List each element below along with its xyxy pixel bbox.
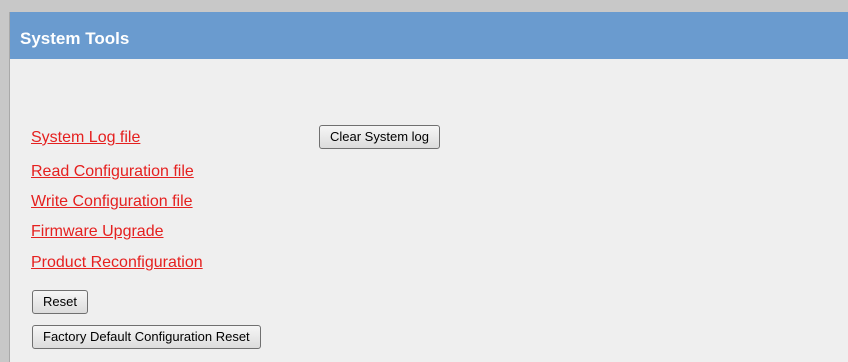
system-log-file-link[interactable]: System Log file <box>31 130 140 146</box>
read-configuration-file-link[interactable]: Read Configuration file <box>31 164 194 180</box>
panel-header: System Tools <box>10 12 848 59</box>
clear-system-log-button[interactable]: Clear System log <box>319 125 440 149</box>
page-title: System Tools <box>20 29 130 48</box>
factory-default-reset-button[interactable]: Factory Default Configuration Reset <box>32 325 261 349</box>
write-configuration-file-link[interactable]: Write Configuration file <box>31 194 193 210</box>
system-tools-panel: System Tools System Log file Clear Syste… <box>9 12 848 362</box>
window-frame: System Tools System Log file Clear Syste… <box>0 0 848 362</box>
firmware-upgrade-link[interactable]: Firmware Upgrade <box>31 224 163 240</box>
reset-button[interactable]: Reset <box>32 290 88 314</box>
product-reconfiguration-link[interactable]: Product Reconfiguration <box>31 255 203 271</box>
